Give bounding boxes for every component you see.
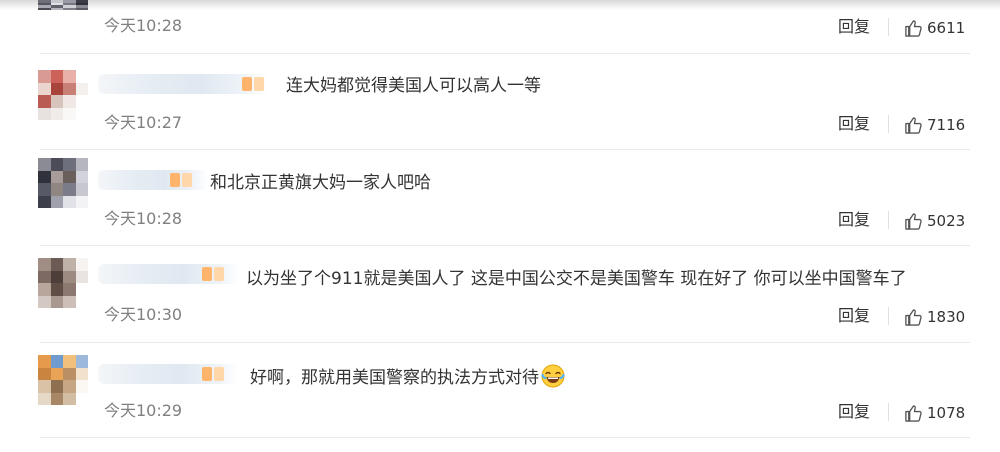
comment-time: 今天10:27 — [104, 113, 183, 132]
comment-text: 和北京正黄旗大妈一家人吧哈 — [210, 173, 431, 193]
like-count: 1830 — [927, 308, 966, 326]
thumbs-up-icon — [905, 212, 922, 230]
action-separator — [888, 307, 889, 325]
thumbs-up-icon — [905, 116, 922, 134]
username-blurred[interactable] — [98, 74, 268, 94]
laughing-tears-emoji-icon — [541, 364, 565, 388]
thumbs-up-icon — [905, 19, 922, 37]
avatar[interactable] — [38, 70, 88, 120]
username-blurred[interactable] — [98, 170, 208, 190]
comment-text: 连大妈都觉得美国人可以高人一等 — [286, 76, 541, 96]
avatar[interactable] — [38, 258, 88, 308]
action-separator — [888, 403, 889, 421]
reply-button[interactable]: 回复 — [838, 402, 870, 422]
like-button[interactable]: 6611 — [904, 18, 965, 38]
like-count: 6611 — [927, 19, 966, 37]
comment-time: 今天10:29 — [104, 401, 183, 420]
divider — [40, 245, 970, 246]
thumbs-up-icon — [905, 404, 922, 422]
thumbs-up-icon — [905, 308, 922, 326]
divider — [40, 53, 970, 54]
reply-button[interactable]: 回复 — [838, 17, 870, 37]
action-separator — [888, 18, 889, 36]
like-button[interactable]: 1078 — [904, 403, 965, 423]
action-separator — [888, 211, 889, 229]
reply-button[interactable]: 回复 — [838, 114, 870, 134]
avatar[interactable] — [38, 0, 88, 10]
like-count: 5023 — [927, 212, 966, 230]
username-blurred[interactable] — [98, 364, 238, 384]
reply-button[interactable]: 回复 — [838, 210, 870, 230]
comment-time: 今天10:28 — [104, 16, 183, 35]
comment-text-body: 好啊，那就用美国警察的执法方式对待 — [250, 368, 539, 388]
divider — [40, 342, 970, 343]
username-blurred[interactable] — [98, 264, 240, 284]
like-button[interactable]: 5023 — [904, 211, 965, 231]
comment-time: 今天10:30 — [104, 305, 183, 324]
comment-text: 好啊，那就用美国警察的执法方式对待 — [250, 364, 565, 389]
reply-button[interactable]: 回复 — [838, 306, 870, 326]
comment-time: 今天10:28 — [104, 209, 183, 228]
like-button[interactable]: 1830 — [904, 307, 965, 327]
like-count: 7116 — [927, 116, 966, 134]
avatar[interactable] — [38, 158, 88, 208]
avatar[interactable] — [38, 355, 88, 405]
like-button[interactable]: 7116 — [904, 115, 965, 135]
divider — [40, 437, 970, 438]
comment-text: 以为坐了个911就是美国人了 这是中国公交不是美国警车 现在好了 你可以坐中国警… — [246, 269, 907, 289]
divider — [40, 149, 970, 150]
like-count: 1078 — [927, 404, 966, 422]
action-separator — [888, 115, 889, 133]
